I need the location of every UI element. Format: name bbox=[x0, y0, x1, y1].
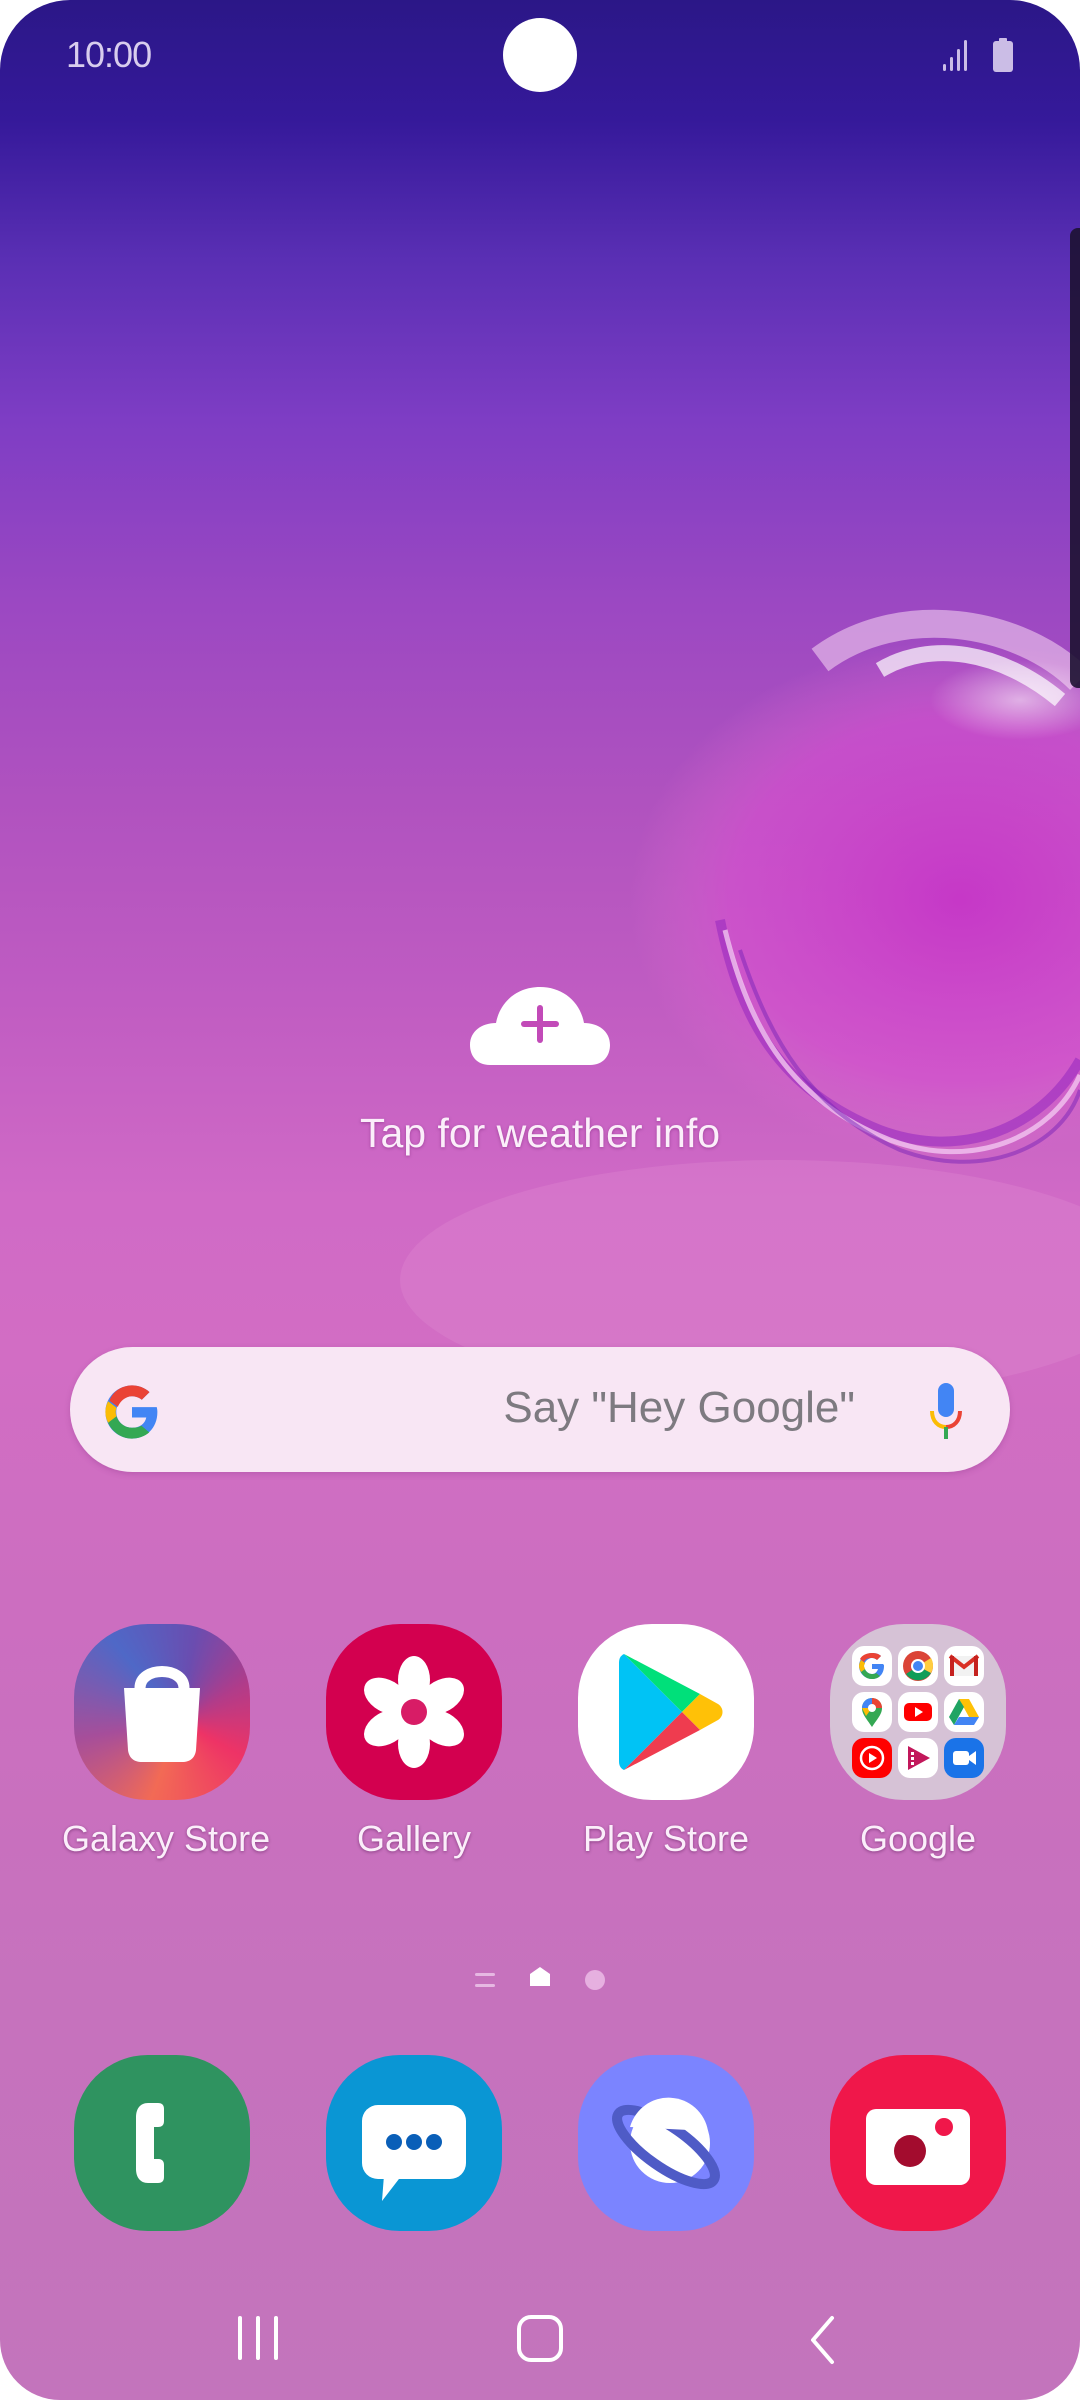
google-search-bar[interactable]: Say "Hey Google" bbox=[70, 1347, 1010, 1472]
app-label: Gallery bbox=[356, 1818, 472, 1859]
dock-internet[interactable] bbox=[578, 2055, 754, 2231]
youtube-mini-icon bbox=[898, 1692, 938, 1732]
app-gallery[interactable]: Gallery bbox=[314, 1624, 514, 1860]
phone-icon bbox=[136, 2103, 164, 2183]
home-page-icon bbox=[530, 1967, 550, 1986]
camera-icon bbox=[866, 2109, 970, 2185]
play-triangle-icon bbox=[578, 1624, 754, 1800]
wallpaper-swirl bbox=[400, 609, 1080, 1400]
folder-google[interactable]: Google bbox=[818, 1624, 1018, 1860]
google-mini-icon bbox=[852, 1646, 892, 1686]
status-bar: 10:00 bbox=[0, 0, 1080, 110]
navigation-bar bbox=[238, 2315, 834, 2364]
battery-icon bbox=[993, 38, 1013, 72]
page-indicator[interactable] bbox=[0, 1966, 1080, 1996]
dock-messages[interactable] bbox=[326, 2055, 502, 2231]
gmail-mini-icon bbox=[944, 1646, 984, 1686]
recents-icon[interactable] bbox=[238, 2316, 278, 2360]
search-hint-text: Say "Hey Google" bbox=[503, 1383, 855, 1432]
app-label: Google bbox=[859, 1818, 977, 1859]
google-g-logo bbox=[105, 1385, 158, 1439]
folder-icon bbox=[830, 1624, 1006, 1800]
dock-phone[interactable] bbox=[74, 2055, 250, 2231]
back-icon[interactable] bbox=[811, 2316, 834, 2364]
planet-icon bbox=[612, 2097, 720, 2190]
play-movies-mini-icon bbox=[898, 1738, 938, 1778]
home-screen: 10:00 Tap for weather info Say "Hey Goog… bbox=[0, 0, 1080, 2400]
flower-icon bbox=[326, 1624, 502, 1800]
cloud-add-icon bbox=[470, 987, 610, 1065]
app-label: Galaxy Store bbox=[62, 1818, 271, 1859]
youtube-music-mini-icon bbox=[852, 1738, 892, 1778]
app-label: Play Store bbox=[582, 1818, 750, 1859]
weather-label: Tap for weather info bbox=[359, 1110, 721, 1156]
app-galaxy-store[interactable]: Galaxy Store bbox=[62, 1624, 271, 1860]
maps-mini-icon bbox=[852, 1692, 892, 1732]
page-dot bbox=[585, 1970, 605, 1990]
dock-camera[interactable] bbox=[830, 2055, 1006, 2231]
status-time: 10:00 bbox=[66, 34, 152, 75]
app-play-store[interactable]: Play Store bbox=[566, 1624, 766, 1860]
drive-mini-icon bbox=[944, 1692, 984, 1732]
home-icon[interactable] bbox=[517, 2315, 563, 2362]
duo-mini-icon bbox=[944, 1738, 984, 1778]
signal-icon bbox=[943, 40, 967, 71]
front-camera-cutout bbox=[503, 18, 577, 92]
microphone-icon[interactable] bbox=[928, 1381, 964, 1441]
chat-bubble-icon bbox=[362, 2105, 466, 2201]
chrome-mini-icon bbox=[898, 1646, 938, 1686]
menu-lines-icon bbox=[475, 1973, 495, 1987]
edge-panel-handle[interactable] bbox=[1070, 228, 1080, 688]
shopping-bag-icon bbox=[74, 1624, 250, 1800]
